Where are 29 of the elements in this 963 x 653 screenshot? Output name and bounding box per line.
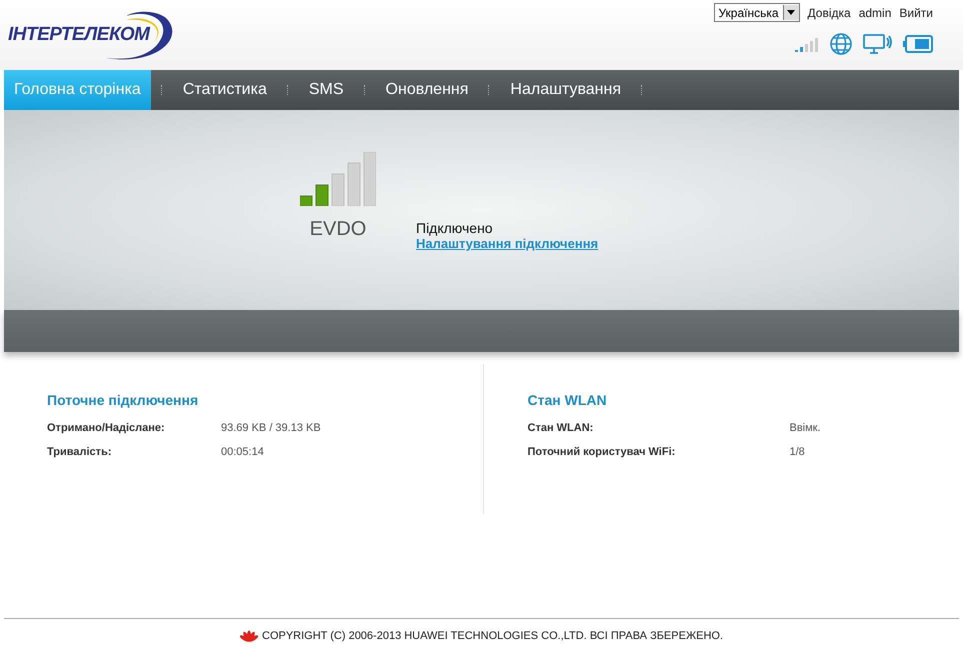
info-value: 00:05:14: [221, 446, 265, 458]
info-label: Поточний користувач WiFi:: [528, 446, 676, 458]
header-link[interactable]: Довідка: [808, 6, 851, 20]
info-value: 93.69 KB / 39.13 KB: [221, 422, 322, 434]
panel-title: Стан WLAN: [528, 392, 608, 408]
nav-tab[interactable]: SMS: [298, 70, 354, 110]
header-link[interactable]: admin: [858, 6, 892, 20]
caret-icon: [787, 10, 796, 15]
connection-status: Підключено: [416, 220, 494, 236]
copyright-text: COPYRIGHT (C) 2006-2013 HUAWEI TECHNOLOGIES CO.,LTD. ВСІ ПРАВА ЗБЕРЕЖЕНО.: [262, 630, 723, 642]
signal-bars-icon: [300, 152, 376, 206]
info-label: Стан WLAN:: [528, 422, 594, 434]
info-value: 1/8: [790, 446, 806, 458]
monitor-icon: [863, 33, 893, 55]
signal-icon: [795, 36, 819, 52]
nav-tab[interactable]: Статистика: [172, 70, 277, 110]
language-select[interactable]: Українська: [714, 3, 800, 22]
nav-tab[interactable]: Налаштування: [500, 70, 632, 110]
info-label: Отримано/Надіслане:: [47, 422, 166, 434]
header-link[interactable]: Вийти: [899, 6, 933, 20]
info-label: Тривалість:: [47, 446, 112, 458]
panel-title: Поточне підключення: [47, 392, 200, 408]
network-type: EVDO: [310, 218, 366, 241]
logo-text: ІНТЕРТЕЛЕКОМ: [8, 24, 150, 46]
battery-icon: [903, 35, 933, 53]
globe-icon: [829, 32, 853, 56]
nav-tab[interactable]: Оновлення: [376, 70, 478, 110]
flower-logo-icon: [240, 630, 258, 642]
info-value: Ввімк.: [790, 422, 822, 434]
